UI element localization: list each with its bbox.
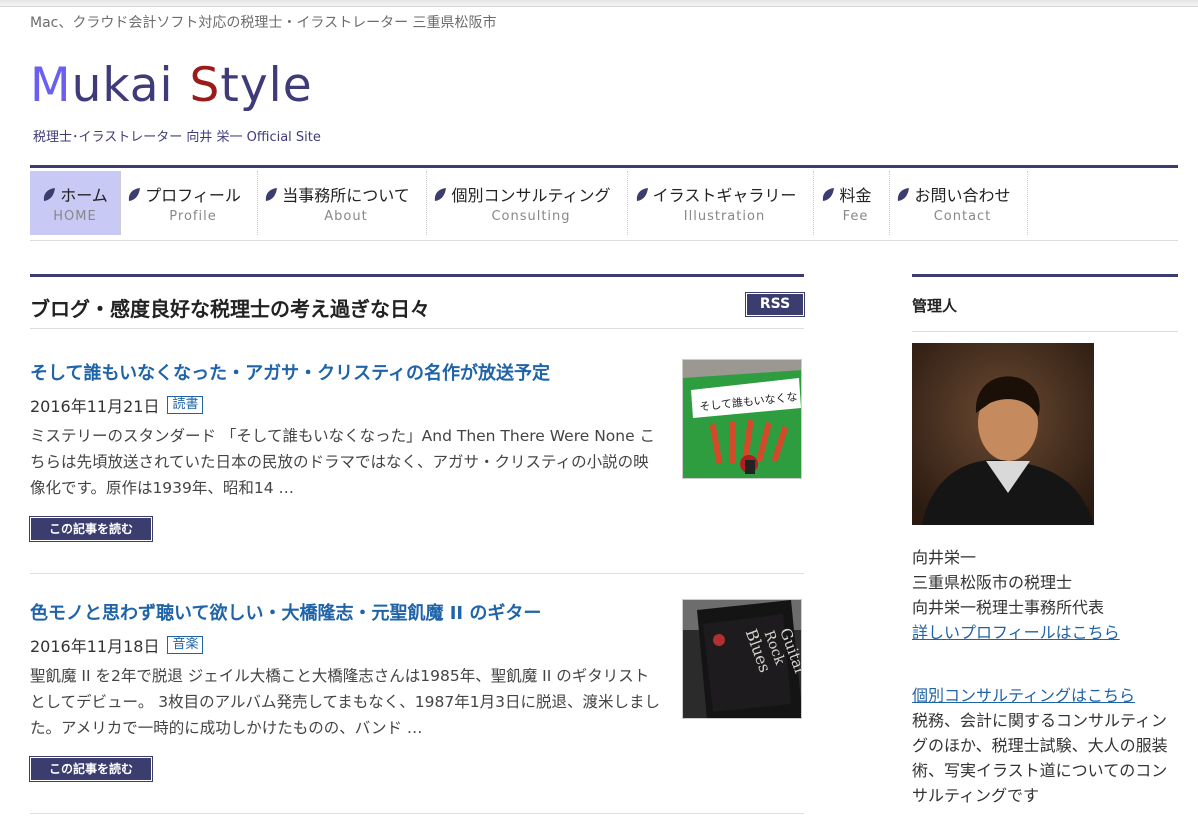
nav-item-consulting[interactable]: 個別コンサルティング Consulting: [427, 171, 628, 235]
nav-item-about[interactable]: 当事務所について About: [258, 171, 427, 235]
nav-item-contact[interactable]: お問い合わせ Contact: [890, 171, 1028, 235]
profile-link[interactable]: 詳しいプロフィールはこちら: [912, 620, 1120, 645]
browser-top-edge: [0, 0, 1198, 7]
nav-fee-en: Fee: [842, 209, 869, 224]
post-thumbnail[interactable]: そして誰もいなくな: [682, 359, 802, 479]
read-more-button[interactable]: この記事を読む: [30, 517, 152, 541]
logo-text-2: tyle: [220, 58, 313, 113]
category-tag[interactable]: 音楽: [167, 636, 204, 654]
leaf-icon: [266, 187, 278, 201]
leaf-icon: [129, 187, 141, 201]
leaf-icon: [898, 187, 910, 201]
post-title-link[interactable]: そして誰もいなくなった・アガサ・クリスティの名作が放送予定: [30, 359, 550, 385]
sidebar-header: 管理人: [912, 274, 1178, 332]
site-subtitle: 税理士･イラストレーター 向井 栄一 Official Site: [33, 130, 321, 145]
sidebar: 管理人 向井栄一 三重県松阪市の税理士 向井栄一税理士事務所代表 詳しいプロフィ…: [912, 274, 1178, 805]
post-title-link[interactable]: 色モノと思わず聴いて欲しい・大橋隆志・元聖飢魔 II のギター: [30, 599, 541, 625]
profile-office: 向井栄一税理士事務所代表: [912, 598, 1105, 617]
leaf-icon: [44, 187, 56, 201]
sidebar-title: 管理人: [912, 297, 958, 315]
nav-illustration-en: Illustration: [683, 209, 766, 224]
profile-photo-image: [912, 343, 1094, 525]
post-divider: [30, 813, 804, 814]
post-excerpt: ミステリーのスタンダード 「そして誰もいなくなった」And Then There…: [30, 427, 656, 497]
book-cover-image: そして誰もいなくな: [683, 360, 801, 478]
consulting-description: 税務、会計に関するコンサルティングのほか、税理士試験、大人の服装術、写実イラスト…: [912, 711, 1168, 805]
profile-name: 向井栄一: [912, 548, 977, 567]
consulting-block: 個別コンサルティングはこちら 税務、会計に関するコンサルティングのほか、税理士試…: [912, 683, 1172, 808]
rss-button[interactable]: RSS: [746, 293, 804, 316]
nav-illustration-ja: イラストギャラリー: [652, 186, 797, 205]
blog-header: ブログ・感度良好な税理士の考え過ぎな日々 RSS: [30, 274, 804, 329]
site-tagline: Mac、クラウド会計ソフト対応の税理士・イラストレーター 三重県松阪市: [30, 15, 497, 31]
logo-text-1: ukai: [71, 58, 190, 113]
nav-home-label-row: ホーム: [42, 182, 108, 206]
leaf-icon: [823, 187, 835, 201]
post-date: 2016年11月21日: [30, 397, 160, 416]
book-cover-image: Blues Rock Guitar: [683, 600, 801, 718]
post-thumbnail[interactable]: Blues Rock Guitar: [682, 599, 802, 719]
nav-home-ja: ホーム: [60, 186, 108, 205]
profile-role: 三重県松阪市の税理士: [912, 573, 1073, 592]
blog-title: ブログ・感度良好な税理士の考え過ぎな日々: [30, 297, 430, 321]
consulting-link[interactable]: 個別コンサルティングはこちら: [912, 683, 1172, 708]
profile-text: 向井栄一 三重県松阪市の税理士 向井栄一税理士事務所代表 詳しいプロフィールはこ…: [912, 545, 1120, 645]
nav-consulting-ja: 個別コンサルティング: [451, 186, 611, 205]
nav-contact-label-row: お問い合わせ: [896, 182, 1011, 206]
nav-about-en: About: [324, 209, 368, 224]
site-logo[interactable]: Mukai Style: [30, 62, 313, 109]
post-meta: 2016年11月21日 読書: [30, 393, 204, 417]
category-tag[interactable]: 読書: [167, 396, 204, 414]
nav-about-ja: 当事務所について: [282, 186, 410, 205]
nav-illustration-label-row: イラストギャラリー: [635, 182, 797, 206]
post-date: 2016年11月18日: [30, 637, 160, 656]
global-nav: ホーム HOME プロフィール Profile 当事務所について About 個…: [30, 165, 1178, 241]
nav-profile-label-row: プロフィール: [127, 182, 241, 206]
profile-photo: [912, 343, 1094, 525]
nav-list: ホーム HOME プロフィール Profile 当事務所について About 個…: [30, 171, 1028, 235]
nav-home-en: HOME: [53, 209, 97, 224]
leaf-icon: [636, 187, 648, 201]
post-meta: 2016年11月18日 音楽: [30, 633, 204, 657]
nav-item-fee[interactable]: 料金 Fee: [814, 171, 890, 235]
nav-item-home[interactable]: ホーム HOME: [30, 171, 121, 235]
post-excerpt: 聖飢魔 II を2年で脱退 ジェイル大橋こと大橋隆志さんは1985年、聖飢魔 I…: [30, 667, 660, 737]
nav-item-illustration[interactable]: イラストギャラリー Illustration: [628, 171, 814, 235]
post-divider: [30, 573, 804, 574]
nav-fee-label-row: 料金: [821, 182, 872, 206]
nav-consulting-label-row: 個別コンサルティング: [433, 182, 611, 206]
logo-letter-s: S: [189, 58, 221, 113]
nav-contact-ja: お問い合わせ: [914, 186, 1011, 205]
logo-letter-m: M: [30, 58, 72, 113]
blog-main: ブログ・感度良好な税理士の考え過ぎな日々 RSS そして誰もいなくなった・アガサ…: [30, 274, 804, 814]
nav-item-profile[interactable]: プロフィール Profile: [121, 171, 258, 235]
nav-about-label-row: 当事務所について: [264, 182, 410, 206]
nav-profile-ja: プロフィール: [145, 186, 241, 205]
leaf-icon: [435, 187, 447, 201]
nav-profile-en: Profile: [169, 209, 217, 224]
nav-consulting-en: Consulting: [491, 209, 571, 224]
read-more-button[interactable]: この記事を読む: [30, 757, 152, 781]
nav-fee-ja: 料金: [839, 186, 872, 205]
nav-contact-en: Contact: [933, 209, 992, 224]
